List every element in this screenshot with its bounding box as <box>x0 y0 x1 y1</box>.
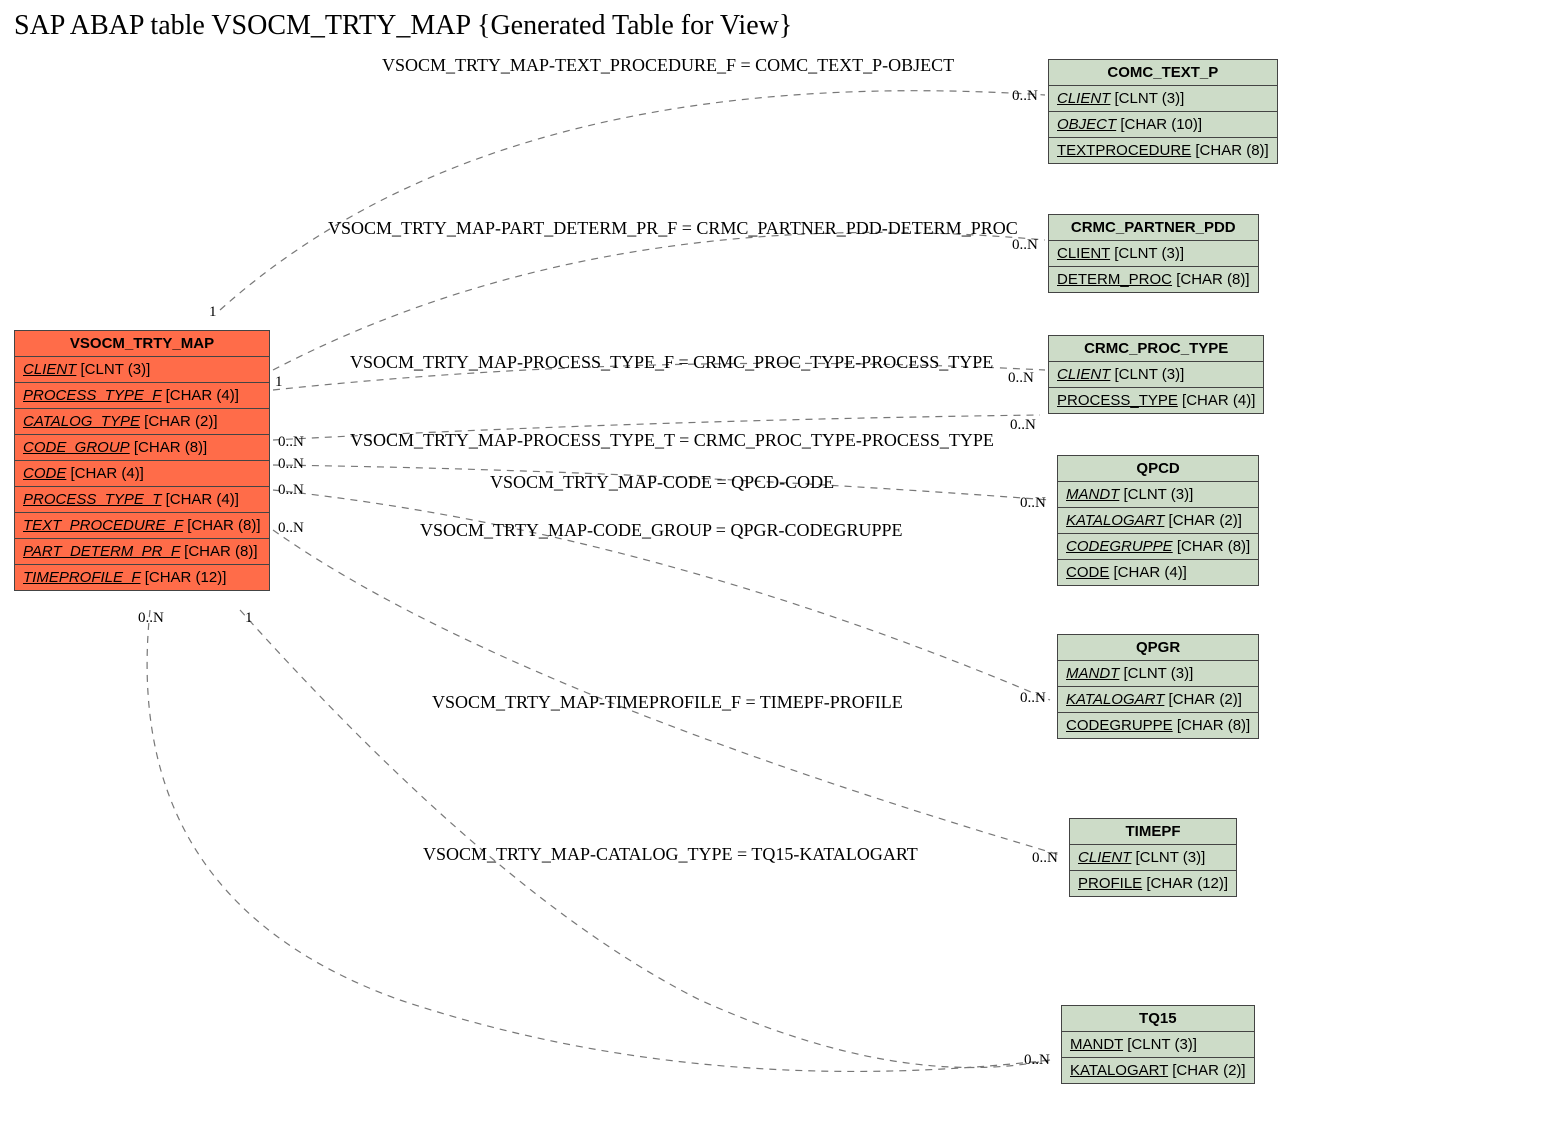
entity-timepf: TIMEPF CLIENT [CLNT (3)] PROFILE [CHAR (… <box>1069 818 1237 897</box>
entity-field: CODE [CHAR (4)] <box>15 461 269 487</box>
entity-crmc-partner-pdd: CRMC_PARTNER_PDD CLIENT [CLNT (3)] DETER… <box>1048 214 1259 293</box>
entity-field: PROCESS_TYPE_T [CHAR (4)] <box>15 487 269 513</box>
entity-qpcd: QPCD MANDT [CLNT (3)] KATALOGART [CHAR (… <box>1057 455 1259 586</box>
cardinality: 0..N <box>278 456 304 473</box>
entity-field: KATALOGART [CHAR (2)] <box>1058 508 1258 534</box>
entity-header: CRMC_PROC_TYPE <box>1049 336 1263 362</box>
entity-header: CRMC_PARTNER_PDD <box>1049 215 1258 241</box>
cardinality: 0..N <box>1024 1052 1050 1069</box>
entity-field: MANDT [CLNT (3)] <box>1062 1032 1254 1058</box>
entity-field: KATALOGART [CHAR (2)] <box>1058 687 1258 713</box>
cardinality: 0..N <box>278 520 304 537</box>
entity-header: QPCD <box>1058 456 1258 482</box>
relation-label: VSOCM_TRTY_MAP-PROCESS_TYPE_F = CRMC_PRO… <box>350 352 993 373</box>
entity-field: CLIENT [CLNT (3)] <box>15 357 269 383</box>
entity-main-header: VSOCM_TRTY_MAP <box>15 331 269 357</box>
entity-field: CLIENT [CLNT (3)] <box>1049 241 1258 267</box>
entity-field: CLIENT [CLNT (3)] <box>1049 362 1263 388</box>
cardinality: 0..N <box>1010 417 1036 434</box>
cardinality: 0..N <box>278 482 304 499</box>
entity-field: PROFILE [CHAR (12)] <box>1070 871 1236 896</box>
cardinality-timepf: 0..N <box>1032 850 1058 867</box>
diagram-title: SAP ABAP table VSOCM_TRTY_MAP {Generated… <box>14 10 792 42</box>
entity-header: COMC_TEXT_P <box>1049 60 1277 86</box>
entity-field: TEXTPROCEDURE [CHAR (8)] <box>1049 138 1277 163</box>
cardinality: 0..N <box>1020 690 1046 707</box>
entity-main: VSOCM_TRTY_MAP CLIENT [CLNT (3)] PROCESS… <box>14 330 270 591</box>
cardinality: 0..N <box>1008 370 1034 387</box>
cardinality: 0..N <box>1012 237 1038 254</box>
relation-label: VSOCM_TRTY_MAP-TEXT_PROCEDURE_F = COMC_T… <box>382 55 954 76</box>
entity-field: MANDT [CLNT (3)] <box>1058 482 1258 508</box>
entity-header: TIMEPF <box>1070 819 1236 845</box>
entity-qpgr: QPGR MANDT [CLNT (3)] KATALOGART [CHAR (… <box>1057 634 1259 739</box>
cardinality: 1 <box>245 610 253 627</box>
relation-label: VSOCM_TRTY_MAP-TIMEPROFILE_F = TIMEPF-PR… <box>432 692 903 713</box>
relation-label: VSOCM_TRTY_MAP-PROCESS_TYPE_T = CRMC_PRO… <box>350 430 994 451</box>
cardinality: 0..N <box>138 610 164 627</box>
entity-field: PROCESS_TYPE_F [CHAR (4)] <box>15 383 269 409</box>
entity-comc-text-p: COMC_TEXT_P CLIENT [CLNT (3)] OBJECT [CH… <box>1048 59 1278 164</box>
entity-field: CODEGRUPPE [CHAR (8)] <box>1058 534 1258 560</box>
cardinality: 0..N <box>1012 88 1038 105</box>
entity-field: TIMEPROFILE_F [CHAR (12)] <box>15 565 269 590</box>
entity-field: CLIENT [CLNT (3)] <box>1070 845 1236 871</box>
relation-label: VSOCM_TRTY_MAP-CATALOG_TYPE = TQ15-KATAL… <box>423 844 918 865</box>
relation-label: VSOCM_TRTY_MAP-CODE_GROUP = QPGR-CODEGRU… <box>420 520 902 541</box>
relation-label: VSOCM_TRTY_MAP-PART_DETERM_PR_F = CRMC_P… <box>328 218 1018 239</box>
entity-field: CATALOG_TYPE [CHAR (2)] <box>15 409 269 435</box>
entity-field: TEXT_PROCEDURE_F [CHAR (8)] <box>15 513 269 539</box>
cardinality: 0..N <box>278 434 304 451</box>
entity-header: QPGR <box>1058 635 1258 661</box>
entity-field: MANDT [CLNT (3)] <box>1058 661 1258 687</box>
entity-header: TQ15 <box>1062 1006 1254 1032</box>
entity-field: DETERM_PROC [CHAR (8)] <box>1049 267 1258 292</box>
entity-field: KATALOGART [CHAR (2)] <box>1062 1058 1254 1083</box>
relation-label: VSOCM_TRTY_MAP-CODE = QPCD-CODE <box>490 472 834 493</box>
entity-field: CODE [CHAR (4)] <box>1058 560 1258 585</box>
entity-field: PART_DETERM_PR_F [CHAR (8)] <box>15 539 269 565</box>
entity-field: CODE_GROUP [CHAR (8)] <box>15 435 269 461</box>
entity-field: CODEGRUPPE [CHAR (8)] <box>1058 713 1258 738</box>
entity-field: CLIENT [CLNT (3)] <box>1049 86 1277 112</box>
entity-tq15: TQ15 MANDT [CLNT (3)] KATALOGART [CHAR (… <box>1061 1005 1255 1084</box>
cardinality: 1 <box>275 374 283 391</box>
cardinality: 0..N <box>1020 495 1046 512</box>
cardinality: 1 <box>209 304 217 321</box>
entity-field: OBJECT [CHAR (10)] <box>1049 112 1277 138</box>
entity-field: PROCESS_TYPE [CHAR (4)] <box>1049 388 1263 413</box>
entity-crmc-proc-type: CRMC_PROC_TYPE CLIENT [CLNT (3)] PROCESS… <box>1048 335 1264 414</box>
